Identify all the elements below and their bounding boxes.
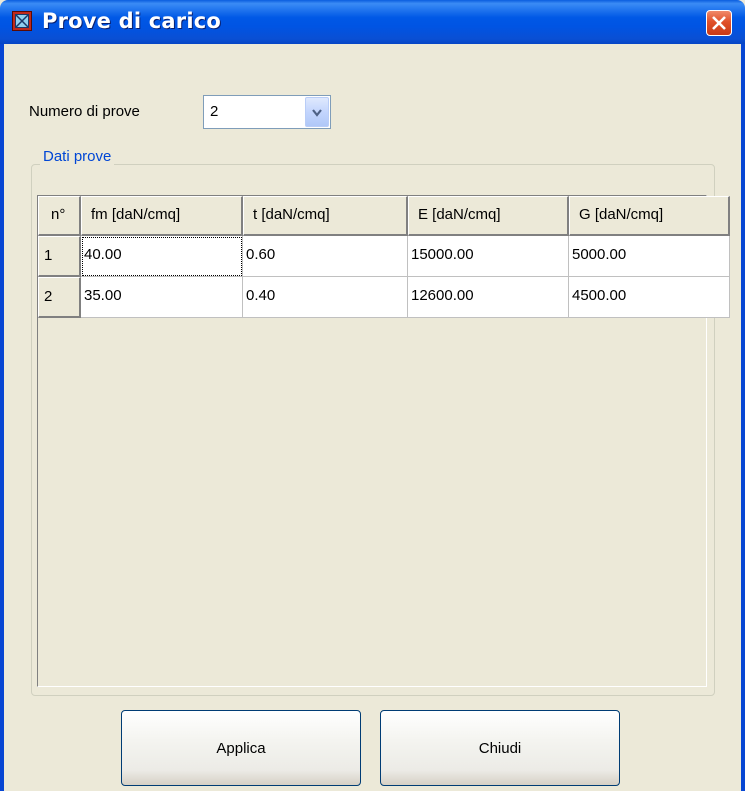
cell-e[interactable]: 15000.00 — [408, 236, 569, 277]
cell-fm[interactable]: 35.00 — [81, 277, 243, 318]
group-legend: Dati prove — [40, 148, 115, 165]
cell-t[interactable]: 0.40 — [243, 277, 408, 318]
cell-g[interactable]: 5000.00 — [569, 236, 730, 277]
window-frame-right — [741, 44, 745, 791]
cell-g[interactable]: 4500.00 — [569, 277, 730, 318]
close-icon — [712, 16, 726, 30]
chevron-down-icon — [312, 109, 322, 117]
test-count-select[interactable]: 2 — [203, 95, 331, 129]
cell-fm[interactable]: 40.00 — [81, 236, 243, 277]
close-button[interactable]: Chiudi — [380, 710, 620, 786]
column-header-e[interactable]: E [daN/cmq] — [408, 196, 569, 236]
column-header-t[interactable]: t [daN/cmq] — [243, 196, 408, 236]
column-header-n[interactable]: n° — [38, 196, 81, 236]
dropdown-button[interactable] — [305, 97, 329, 127]
close-window-button[interactable] — [706, 10, 732, 36]
test-count-label: Numero di prove — [29, 103, 140, 120]
window-frame-left — [0, 44, 4, 791]
title-bar[interactable]: Prove di carico — [0, 0, 745, 44]
column-header-g[interactable]: G [daN/cmq] — [569, 196, 730, 236]
dialog-window: Prove di carico Numero di prove 2 Dati p… — [0, 0, 745, 791]
row-header[interactable]: 2 — [38, 277, 81, 318]
apply-button[interactable]: Applica — [121, 710, 361, 786]
cell-t[interactable]: 0.60 — [243, 236, 408, 277]
row-header[interactable]: 1 — [38, 236, 81, 277]
test-count-value: 2 — [210, 103, 219, 120]
test-data-grid[interactable]: n° fm [daN/cmq] t [daN/cmq] E [daN/cmq] … — [37, 195, 730, 687]
window-title: Prove di carico — [42, 9, 222, 33]
app-icon — [12, 11, 32, 31]
column-header-fm[interactable]: fm [daN/cmq] — [81, 196, 243, 236]
cell-e[interactable]: 12600.00 — [408, 277, 569, 318]
